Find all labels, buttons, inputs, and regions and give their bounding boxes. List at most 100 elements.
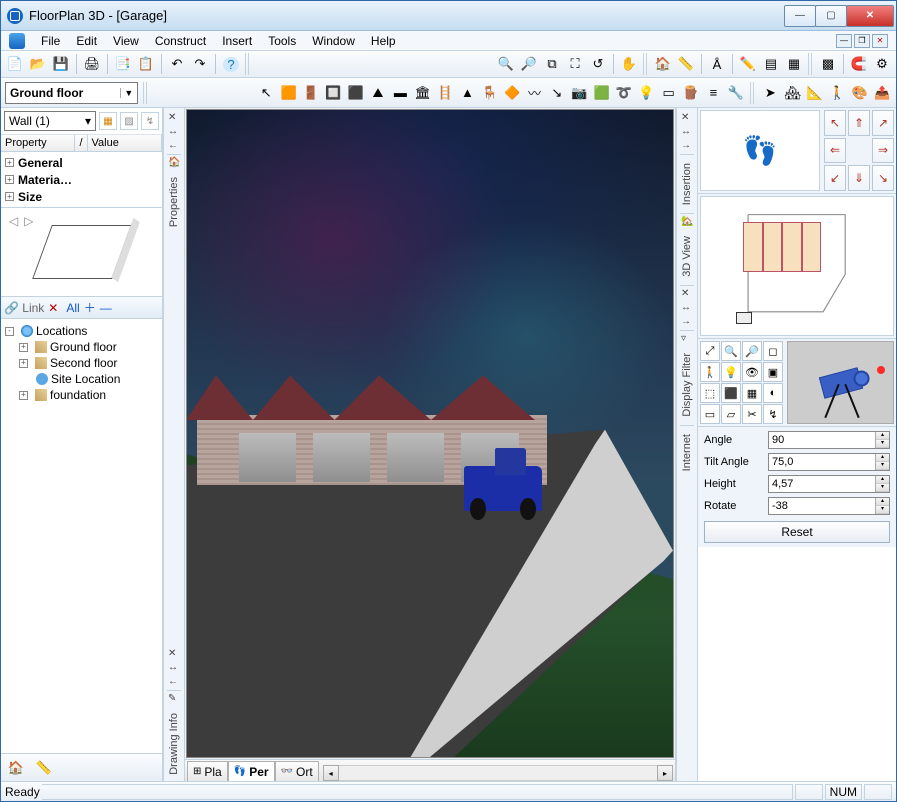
roof-tool[interactable]: ⛰ [368, 82, 387, 104]
selection-filter-btn[interactable]: ▦ [99, 112, 117, 130]
selection-combo[interactable]: Wall (1)▾ [4, 111, 96, 131]
filter-a[interactable]: ▭ [700, 404, 720, 424]
render-button[interactable]: ➤ [761, 82, 780, 104]
zoom-prev-button[interactable]: ↺ [587, 53, 609, 75]
rotate-spinner[interactable]: ▴▾ [768, 497, 890, 515]
remove-loc-button[interactable]: — [100, 301, 112, 315]
tab-properties[interactable]: Properties [168, 171, 180, 233]
scroll-left-icon[interactable]: ◂ [323, 765, 339, 781]
terrain-tool[interactable]: 🟩 [592, 82, 611, 104]
camera-tool[interactable]: 📷 [570, 82, 589, 104]
zoom-window-button[interactable]: ⧉ [541, 53, 563, 75]
filter-icon[interactable]: ▿ [681, 333, 693, 345]
arrow-left-icon[interactable]: ← [168, 676, 180, 688]
walkthrough-button[interactable]: 🚶 [828, 82, 847, 104]
plumbing-tool[interactable]: 🔧 [726, 82, 745, 104]
zoom-extents-button[interactable]: ⛶ [564, 53, 586, 75]
tab-internet[interactable]: Internet [681, 428, 693, 477]
close-button[interactable]: ✕ [846, 5, 894, 27]
column-tool[interactable]: 🏛 [413, 82, 432, 104]
arrows-icon[interactable]: ↔ [168, 662, 180, 674]
layers-button[interactable]: ▦ [783, 53, 805, 75]
arrow-right-icon[interactable]: → [681, 316, 693, 328]
pin-icon[interactable]: ✕ [681, 112, 693, 124]
plan-minimap[interactable] [700, 196, 894, 336]
menu-help[interactable]: Help [363, 32, 404, 50]
filter-zoom-fit[interactable]: ⤢ [700, 341, 720, 361]
zoom-in-button[interactable] [495, 53, 517, 75]
reset-button[interactable]: Reset [704, 521, 890, 543]
opening-tool[interactable]: ⬛ [346, 82, 365, 104]
filter-b[interactable]: ▱ [721, 404, 741, 424]
path-tool[interactable]: ➰ [614, 82, 633, 104]
tab-plan[interactable]: ⊞Pla [187, 761, 228, 781]
add-loc-button[interactable]: ＋ [84, 299, 96, 316]
prop-group-general[interactable]: +General [1, 154, 162, 171]
arrows-icon[interactable]: ↔ [681, 302, 693, 314]
floor-selector[interactable]: Ground floor ▼ [5, 82, 138, 104]
pin-icon[interactable]: ✕ [168, 112, 180, 124]
rotate-input[interactable] [769, 500, 875, 512]
redo-button[interactable] [189, 53, 211, 75]
prop-group-material[interactable]: +Materia… [1, 171, 162, 188]
angle-input[interactable] [769, 434, 875, 446]
menu-edit[interactable]: Edit [68, 32, 105, 50]
delete-loc-button[interactable]: ✕ [48, 301, 58, 315]
tilt-spinner[interactable]: ▴▾ [768, 453, 890, 471]
railing-tool[interactable]: ≡ [704, 82, 723, 104]
dir-n[interactable]: ⇑ [848, 110, 870, 136]
tilt-input[interactable] [769, 456, 875, 468]
home-icon[interactable]: 🏠 [5, 757, 27, 779]
dimension-tool[interactable]: 〰 [525, 82, 544, 104]
view-3d-button[interactable]: 🏠 [652, 53, 674, 75]
leader-tool[interactable]: ↘ [547, 82, 566, 104]
section-button[interactable]: 📐 [805, 82, 824, 104]
pin-icon[interactable]: ✕ [681, 288, 693, 300]
angle-spinner[interactable]: ▴▾ [768, 431, 890, 449]
paste-button[interactable] [135, 53, 157, 75]
dir-sw[interactable]: ↙ [824, 165, 846, 191]
height-spinner[interactable]: ▴▾ [768, 475, 890, 493]
open-button[interactable] [27, 53, 49, 75]
value-column-header[interactable]: Value [88, 135, 162, 151]
list-button[interactable]: ▤ [760, 53, 782, 75]
menu-construct[interactable]: Construct [147, 32, 214, 50]
menu-insert[interactable]: Insert [214, 32, 260, 50]
save-button[interactable] [50, 53, 72, 75]
dir-w[interactable]: ⇐ [824, 138, 846, 164]
help-button[interactable] [220, 53, 242, 75]
titlebar[interactable]: FloorPlan 3D - [Garage] — ▢ ✕ [1, 1, 896, 31]
select-tool[interactable]: ↖ [257, 82, 276, 104]
tab-ortho[interactable]: 👓Ort [275, 761, 319, 781]
dir-e[interactable]: ⇒ [872, 138, 894, 164]
trace-button[interactable]: Å [706, 53, 728, 75]
prev-icon[interactable]: ◁ [9, 214, 18, 228]
door-tool[interactable]: 🚪 [301, 82, 320, 104]
undo-button[interactable] [166, 53, 188, 75]
wall-tool[interactable]: 🟧 [279, 82, 298, 104]
print-button[interactable] [81, 53, 103, 75]
filter-solid[interactable]: ⬛ [721, 383, 741, 403]
selection-pick-btn[interactable]: ▨ [120, 112, 138, 130]
snap-button[interactable]: 🧲 [848, 53, 870, 75]
filter-wire[interactable]: ⬚ [700, 383, 720, 403]
furniture-tool[interactable]: 🪑 [480, 82, 499, 104]
filter-shadow[interactable]: ◐ [763, 383, 783, 403]
tab-perspective[interactable]: 👣Per [228, 761, 275, 781]
tab-display-filter[interactable]: Display Filter [681, 347, 693, 423]
symbol-tool[interactable]: ▲ [458, 82, 477, 104]
filter-zoom-in[interactable]: 🔍 [721, 341, 741, 361]
export-button[interactable]: 📤 [872, 82, 891, 104]
menu-tools[interactable]: Tools [260, 32, 304, 50]
pin-icon[interactable]: ✕ [168, 648, 180, 660]
copy-button[interactable] [112, 53, 134, 75]
tab-insertion[interactable]: Insertion [681, 157, 693, 211]
dir-ne[interactable]: ↗ [872, 110, 894, 136]
tree-node-foundation[interactable]: +foundation [3, 387, 160, 403]
house-icon[interactable]: 🏡 [681, 216, 693, 228]
new-button[interactable] [4, 53, 26, 75]
mdi-close-button[interactable]: ✕ [872, 34, 888, 48]
scroll-right-icon[interactable]: ▸ [657, 765, 673, 781]
tree-node-site[interactable]: Site Location [3, 371, 160, 387]
filter-show[interactable]: ▣ [763, 362, 783, 382]
